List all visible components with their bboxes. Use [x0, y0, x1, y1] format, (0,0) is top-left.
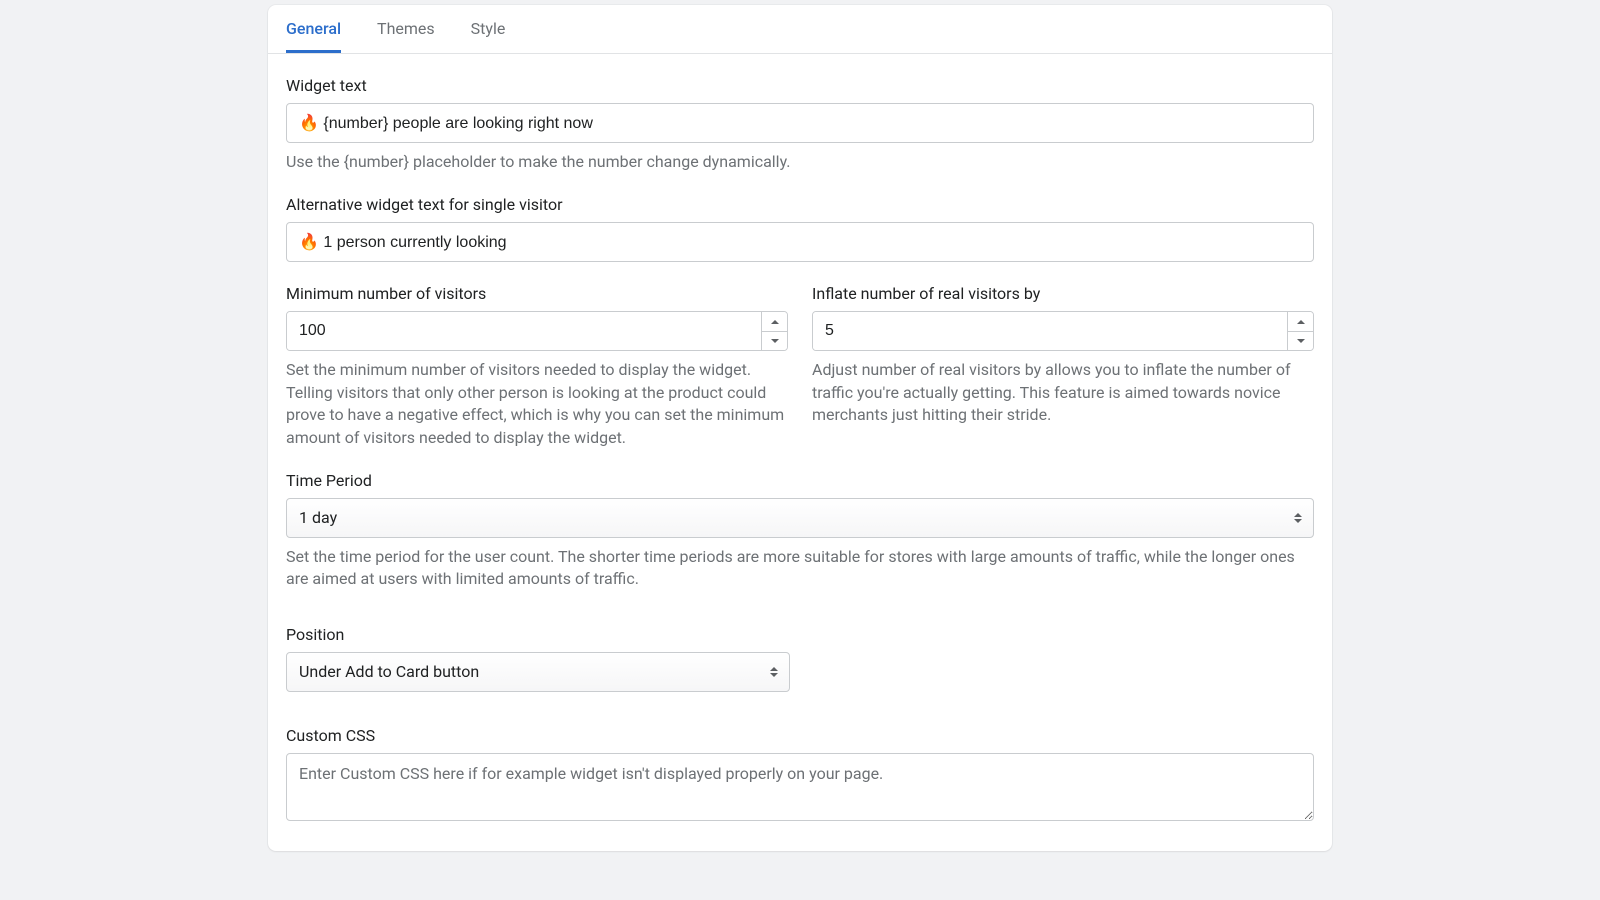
- tab-general[interactable]: General: [286, 5, 341, 53]
- min-visitors-spinner-btns: [761, 312, 787, 350]
- time-period-select[interactable]: 1 day: [286, 498, 1314, 538]
- custom-css-input[interactable]: [286, 753, 1314, 821]
- visitors-row: Minimum number of visitors Set the minim…: [286, 284, 1314, 449]
- caret-up-icon: [1297, 320, 1305, 324]
- position-select-wrap: Under Add to Card button: [286, 652, 790, 692]
- min-visitors-down-button[interactable]: [762, 332, 787, 351]
- widget-text-label: Widget text: [286, 76, 1314, 95]
- inflate-spinner-btns: [1287, 312, 1313, 350]
- alt-widget-text-input[interactable]: [286, 222, 1314, 262]
- min-visitors-help: Set the minimum number of visitors neede…: [286, 359, 788, 449]
- time-period-label: Time Period: [286, 471, 1314, 490]
- min-visitors-spinner: [286, 311, 788, 351]
- min-visitors-label: Minimum number of visitors: [286, 284, 788, 303]
- inflate-up-button[interactable]: [1288, 312, 1313, 332]
- position-label: Position: [286, 625, 1314, 644]
- inflate-label: Inflate number of real visitors by: [812, 284, 1314, 303]
- min-visitors-field: Minimum number of visitors Set the minim…: [286, 284, 788, 449]
- caret-up-icon: [771, 320, 779, 324]
- position-field: Position Under Add to Card button: [286, 625, 1314, 692]
- custom-css-field: Custom CSS: [286, 726, 1314, 825]
- position-value: Under Add to Card button: [299, 662, 479, 681]
- tabs: General Themes Style: [268, 5, 1332, 54]
- caret-down-icon: [771, 339, 779, 343]
- inflate-help: Adjust number of real visitors by allows…: [812, 359, 1314, 426]
- inflate-down-button[interactable]: [1288, 332, 1313, 351]
- time-period-field: Time Period 1 day Set the time period fo…: [286, 471, 1314, 591]
- inflate-input[interactable]: [813, 312, 1287, 350]
- inflate-field: Inflate number of real visitors by Adjus…: [812, 284, 1314, 449]
- min-visitors-up-button[interactable]: [762, 312, 787, 332]
- widget-text-input[interactable]: [286, 103, 1314, 143]
- widget-text-help: Use the {number} placeholder to make the…: [286, 151, 1314, 173]
- time-period-select-wrap: 1 day: [286, 498, 1314, 538]
- inflate-spinner: [812, 311, 1314, 351]
- min-visitors-input[interactable]: [287, 312, 761, 350]
- tab-themes[interactable]: Themes: [377, 5, 435, 53]
- tab-style[interactable]: Style: [471, 5, 506, 53]
- custom-css-label: Custom CSS: [286, 726, 1314, 745]
- alt-widget-text-field: Alternative widget text for single visit…: [286, 195, 1314, 262]
- alt-widget-text-label: Alternative widget text for single visit…: [286, 195, 1314, 214]
- time-period-value: 1 day: [299, 508, 337, 527]
- widget-text-field: Widget text Use the {number} placeholder…: [286, 76, 1314, 173]
- time-period-help: Set the time period for the user count. …: [286, 546, 1314, 591]
- settings-card: General Themes Style Widget text Use the…: [268, 5, 1332, 851]
- caret-down-icon: [1297, 339, 1305, 343]
- card-body: Widget text Use the {number} placeholder…: [268, 54, 1332, 851]
- position-select[interactable]: Under Add to Card button: [286, 652, 790, 692]
